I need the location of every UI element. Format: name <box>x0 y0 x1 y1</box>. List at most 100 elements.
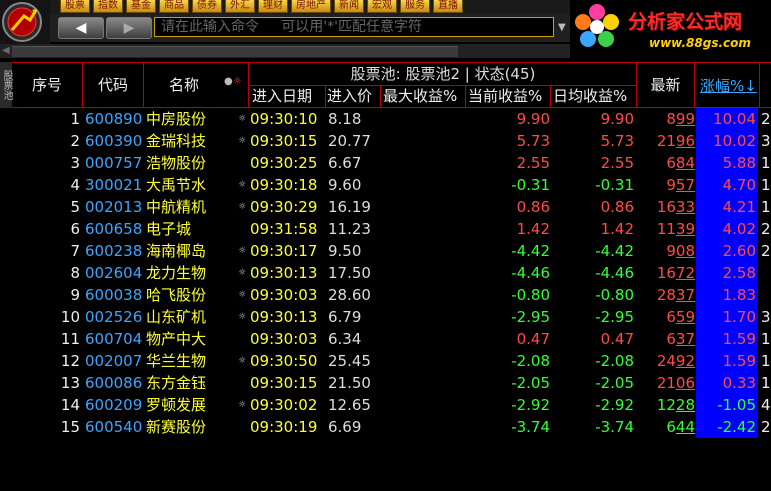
menu-item-1[interactable]: 指数 <box>93 0 123 13</box>
daily-avg-gain: 1.42 <box>600 220 634 238</box>
table-row[interactable]: 14 600209 罗顿发展 09:30:02 12.65 -2.92 -2.92 -1.05… <box>0 394 771 416</box>
back-button[interactable]: ◀ <box>58 17 104 39</box>
col-header-index[interactable]: 序号 <box>14 75 80 95</box>
entry-time: 09:30:10 <box>250 110 318 128</box>
change-pct: 5.88 <box>696 152 758 174</box>
entry-price: 20.77 <box>328 132 371 150</box>
forward-button[interactable]: ▶ <box>106 17 152 39</box>
latest-price: 637 <box>640 328 695 350</box>
stock-code: 600038 <box>85 286 143 304</box>
stock-code: 002526 <box>85 308 143 326</box>
scroll-left-icon[interactable]: ◀ <box>2 45 10 56</box>
current-gain: -0.80 <box>511 286 550 304</box>
entry-time: 09:30:03 <box>250 330 318 348</box>
stock-name: 东方金钰 <box>146 374 207 392</box>
daily-avg-gain: 0.86 <box>600 198 634 216</box>
stock-code: 002604 <box>85 264 143 282</box>
latest-price-major: 11 <box>656 220 676 238</box>
current-gain: -2.92 <box>511 396 550 414</box>
header-icons[interactable]: ●☼ <box>224 76 242 87</box>
menu-item-11[interactable]: 直播 <box>433 0 463 13</box>
col-header-name[interactable]: 名称 <box>145 75 223 95</box>
col-divider <box>759 62 760 108</box>
daily-avg-gain: -2.92 <box>595 396 634 414</box>
row-index: 10 <box>60 308 80 326</box>
change-pct: 4.70 <box>696 174 758 196</box>
command-input[interactable] <box>154 17 554 37</box>
col-header-change-pct[interactable]: 涨幅%↓ <box>696 65 758 107</box>
col-divider <box>143 62 144 108</box>
stock-name: 大禹节水 <box>146 176 207 194</box>
brand-url[interactable]: www.88gs.com <box>649 36 751 50</box>
table-row[interactable]: 2 600390 金瑞科技 09:30:15 20.77 5.73 5.73 10.02 3 ☼ 2… <box>0 130 771 152</box>
horizontal-scrollbar[interactable]: ◀ <box>0 44 570 58</box>
table-row[interactable]: 7 600238 海南椰岛 09:30:17 9.50 -4.42 -4.42 2.60 2 ☼ 9… <box>0 240 771 262</box>
entry-price: 6.69 <box>328 418 362 436</box>
table-row[interactable]: 11 600704 物产中大 09:30:03 6.34 0.47 0.47 1.59 1 637 <box>0 328 771 350</box>
signal-flag-icon: ☼ <box>237 268 247 278</box>
side-tab-stock-pool[interactable]: 股票池 <box>0 62 12 108</box>
table-row[interactable]: 15 600540 新赛股份 09:30:19 6.69 -3.74 -3.74 -2.42 2… <box>0 416 771 438</box>
row-index: 6 <box>70 220 80 238</box>
clipped-column-value: 3 <box>761 132 771 150</box>
menu-item-8[interactable]: 新闻 <box>334 0 364 13</box>
entry-time: 09:30:29 <box>250 198 318 216</box>
chevron-down-icon[interactable]: ▼ <box>558 22 566 33</box>
clipped-column-value: 1 <box>761 154 771 172</box>
latest-price-major: 21 <box>656 132 676 150</box>
latest-price-major: 6 <box>666 418 676 436</box>
menu-item-0[interactable]: 股票 <box>60 0 90 13</box>
latest-price-major: 6 <box>666 308 676 326</box>
col-header-entry-date[interactable]: 进入日期 <box>252 86 312 106</box>
app-logo-icon[interactable] <box>0 0 50 44</box>
table-row[interactable]: 1 600890 中房股份 09:30:10 8.18 9.90 9.90 10.04 2 ☼ 89… <box>0 108 771 130</box>
table-row[interactable]: 12 002007 华兰生物 09:30:50 25.45 -2.08 -2.08 1.59 1… <box>0 350 771 372</box>
menu-item-7[interactable]: 房地产 <box>291 0 331 13</box>
row-index: 7 <box>70 242 80 260</box>
brand-banner: 分析家公式网 www.88gs.com <box>570 0 771 56</box>
latest-price-minor: 99 <box>675 110 695 128</box>
table-row[interactable]: 5 002013 中航精机 09:30:29 16.19 0.86 0.86 4.21 1 ☼ 16… <box>0 196 771 218</box>
table-row[interactable]: 8 002604 龙力生物 09:30:13 17.50 -4.46 -4.46 2.58 ☼ 1… <box>0 262 771 284</box>
scrollbar-thumb[interactable] <box>12 46 458 57</box>
menu-item-4[interactable]: 债券 <box>192 0 222 13</box>
menu-item-6[interactable]: 理财 <box>258 0 288 13</box>
latest-price: 908 <box>640 240 695 262</box>
daily-avg-gain: -2.05 <box>595 374 634 392</box>
col-divider <box>694 62 695 108</box>
row-index: 14 <box>60 396 80 414</box>
stock-code: 300021 <box>85 176 143 194</box>
menu-item-10[interactable]: 服务 <box>400 0 430 13</box>
clipped-column-value: 4 <box>761 396 771 414</box>
col-divider <box>465 86 466 108</box>
col-header-entry-price[interactable]: 进入价 <box>327 86 372 106</box>
change-pct: 4.21 <box>696 196 758 218</box>
menu-item-5[interactable]: 外汇 <box>225 0 255 13</box>
col-header-max-gain[interactable]: 最大收益% <box>383 86 457 106</box>
table-row[interactable]: 13 600086 东方金钰 09:30:15 21.50 -2.05 -2.05 0.33 1… <box>0 372 771 394</box>
table-row[interactable]: 6 600658 电子城 09:31:58 11.23 1.42 1.42 4.02 2 1139 <box>0 218 771 240</box>
table-row[interactable]: 4 300021 大禹节水 09:30:18 9.60 -0.31 -0.31 4.70 1 ☼ 9… <box>0 174 771 196</box>
col-header-code[interactable]: 代码 <box>84 75 142 95</box>
latest-price-minor: 28 <box>675 396 695 414</box>
entry-price: 6.34 <box>328 330 362 348</box>
col-header-current-gain[interactable]: 当前收益% <box>468 86 542 106</box>
stock-name: 龙力生物 <box>146 264 207 282</box>
col-header-latest[interactable]: 最新 <box>638 75 693 95</box>
entry-time: 09:30:25 <box>250 154 318 172</box>
col-header-daily-avg-gain[interactable]: 日均收益% <box>553 86 627 106</box>
stock-name: 山东矿机 <box>146 308 207 326</box>
table-row[interactable]: 9 600038 哈飞股份 09:30:03 28.60 -0.80 -0.80 1.83 ☼ 2… <box>0 284 771 306</box>
latest-price-major: 6 <box>666 154 676 172</box>
stock-code: 600238 <box>85 242 143 260</box>
table-row[interactable]: 10 002526 山东矿机 09:30:13 6.79 -2.95 -2.95 1.70 3 ☼… <box>0 306 771 328</box>
row-index: 9 <box>70 286 80 304</box>
latest-price-major: 16 <box>656 198 676 216</box>
stock-code: 002007 <box>85 352 143 370</box>
menu-item-2[interactable]: 基金 <box>126 0 156 13</box>
latest-price-minor: 72 <box>675 264 695 282</box>
table-row[interactable]: 3 000757 浩物股份 09:30:25 6.67 2.55 2.55 5.88 1 684 <box>0 152 771 174</box>
menu-item-9[interactable]: 宏观 <box>367 0 397 13</box>
stock-code: 600209 <box>85 396 143 414</box>
menu-item-3[interactable]: 商品 <box>159 0 189 13</box>
